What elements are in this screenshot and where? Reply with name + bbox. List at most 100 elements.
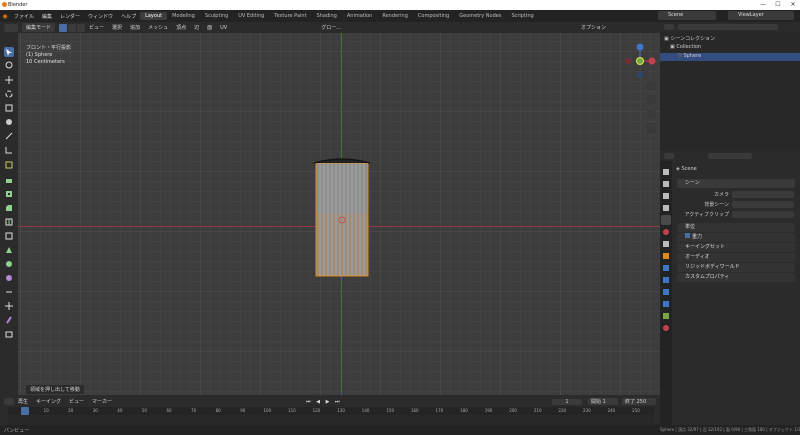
panel-gravity[interactable]: 重力 bbox=[677, 233, 795, 242]
menu-view[interactable]: ビュー bbox=[85, 24, 108, 31]
annotate-tool-icon[interactable] bbox=[4, 131, 14, 141]
mode-selector[interactable]: 編集モード bbox=[22, 23, 56, 32]
knife-tool-icon[interactable] bbox=[4, 231, 14, 241]
scene-tab-icon[interactable] bbox=[661, 215, 671, 225]
editor-type-icon[interactable] bbox=[4, 23, 18, 32]
panel-keying-sets[interactable]: キーイングセット bbox=[677, 243, 795, 252]
outliner-row-collection[interactable]: ▣ Collection bbox=[670, 44, 701, 52]
extrude-tool-icon[interactable] bbox=[4, 175, 14, 185]
keyframe-area[interactable] bbox=[8, 415, 654, 425]
outliner-row-scene-collection[interactable]: ▣ シーンコレクション bbox=[664, 35, 715, 43]
measure-tool-icon[interactable] bbox=[4, 145, 14, 155]
menu-window[interactable]: ウィンドウ bbox=[84, 13, 117, 20]
particles-tab-icon[interactable] bbox=[663, 277, 669, 283]
smooth-tool-icon[interactable] bbox=[4, 273, 14, 283]
output-tab-icon[interactable] bbox=[663, 193, 669, 199]
last-operator-panel[interactable]: 領域を押し出して移動 bbox=[26, 385, 84, 394]
tool-tab-icon[interactable] bbox=[663, 169, 669, 175]
current-frame-field[interactable]: 1 bbox=[552, 398, 582, 405]
tab-scripting[interactable]: Scripting bbox=[506, 12, 538, 20]
options-dropdown[interactable]: オプション bbox=[581, 24, 606, 31]
move-tool-icon[interactable] bbox=[4, 75, 14, 85]
tab-texture-paint[interactable]: Texture Paint bbox=[269, 12, 311, 20]
close-button[interactable]: ✕ bbox=[786, 0, 800, 10]
playhead[interactable] bbox=[21, 407, 29, 415]
rip-region-tool-icon[interactable] bbox=[4, 329, 14, 339]
menu-select[interactable]: 選択 bbox=[108, 24, 126, 31]
maximize-button[interactable]: ☐ bbox=[771, 0, 785, 10]
minimize-button[interactable]: — bbox=[756, 0, 770, 10]
panel-units[interactable]: 単位 bbox=[677, 223, 795, 232]
view-layer-tab-icon[interactable] bbox=[663, 205, 669, 211]
tab-modeling[interactable]: Modeling bbox=[167, 12, 200, 20]
cursor-tool-icon[interactable] bbox=[4, 60, 14, 70]
tab-geometry-nodes[interactable]: Geometry Nodes bbox=[454, 12, 506, 20]
tab-rendering[interactable]: Rendering bbox=[377, 12, 413, 20]
spin-tool-icon[interactable] bbox=[4, 259, 14, 269]
end-frame-field[interactable]: 終了 250 bbox=[622, 398, 656, 405]
camera-field[interactable] bbox=[732, 191, 794, 198]
panel-scene-header[interactable]: シーン bbox=[677, 179, 795, 188]
physics-tab-icon[interactable] bbox=[663, 289, 669, 295]
select-tool-icon[interactable] bbox=[4, 47, 14, 57]
tab-compositing[interactable]: Compositing bbox=[413, 12, 454, 20]
inset-tool-icon[interactable] bbox=[4, 189, 14, 199]
start-frame-field[interactable]: 開始 1 bbox=[588, 398, 618, 405]
menu-file[interactable]: ファイル bbox=[10, 13, 38, 20]
outliner-editor-icon[interactable] bbox=[664, 24, 674, 30]
zoom-icon[interactable] bbox=[646, 81, 656, 91]
properties-search-input[interactable] bbox=[708, 153, 752, 159]
panel-audio[interactable]: オーディオ bbox=[677, 253, 795, 262]
perspective-toggle-icon[interactable] bbox=[646, 123, 656, 133]
camera-view-icon[interactable] bbox=[646, 109, 656, 119]
transform-tool-icon[interactable] bbox=[4, 117, 14, 127]
data-tab-icon[interactable] bbox=[663, 313, 669, 319]
pan-hand-icon[interactable] bbox=[646, 95, 656, 105]
bg-scene-field[interactable] bbox=[732, 201, 794, 208]
navigation-gizmo[interactable] bbox=[624, 41, 656, 85]
tab-shading[interactable]: Shading bbox=[312, 12, 342, 20]
playback-controls[interactable]: ⏮ ◀ ▶ ⏭ bbox=[306, 399, 341, 405]
sphere-mesh[interactable] bbox=[308, 153, 378, 281]
gravity-checkbox[interactable] bbox=[685, 233, 690, 238]
transform-orientation[interactable]: グロー... bbox=[321, 24, 341, 31]
constraints-tab-icon[interactable] bbox=[663, 301, 669, 307]
collection-tab-icon[interactable] bbox=[663, 241, 669, 247]
menu-edit[interactable]: 編集 bbox=[38, 13, 56, 20]
poly-build-tool-icon[interactable] bbox=[4, 245, 14, 255]
panel-custom-properties[interactable]: カスタムプロパティ bbox=[677, 273, 795, 282]
menu-uv[interactable]: UV bbox=[216, 25, 231, 31]
scale-tool-icon[interactable] bbox=[4, 103, 14, 113]
menu-help[interactable]: ヘルプ bbox=[117, 13, 140, 20]
tab-animation[interactable]: Animation bbox=[342, 12, 378, 20]
tab-uv-editing[interactable]: UV Editing bbox=[233, 12, 269, 20]
timeline-menu-view[interactable]: ビュー bbox=[65, 398, 88, 405]
modifier-tab-icon[interactable] bbox=[663, 265, 669, 271]
menu-add[interactable]: 追加 bbox=[126, 24, 144, 31]
render-tab-icon[interactable] bbox=[663, 181, 669, 187]
object-tab-icon[interactable] bbox=[663, 253, 669, 259]
bevel-tool-icon[interactable] bbox=[4, 203, 14, 213]
tab-sculpting[interactable]: Sculpting bbox=[200, 12, 233, 20]
outliner-search-input[interactable] bbox=[678, 24, 778, 30]
menu-edge[interactable]: 辺 bbox=[190, 24, 203, 31]
edge-slide-tool-icon[interactable] bbox=[4, 287, 14, 297]
properties-editor-icon[interactable] bbox=[664, 153, 674, 159]
shear-tool-icon[interactable] bbox=[4, 315, 14, 325]
edge-select-icon[interactable] bbox=[68, 23, 77, 32]
vertex-select-icon[interactable] bbox=[59, 23, 68, 32]
timeline-menu-keying[interactable]: キーイング bbox=[32, 398, 65, 405]
add-cube-tool-icon[interactable] bbox=[4, 160, 14, 170]
face-select-icon[interactable] bbox=[77, 23, 86, 32]
timeline-menu-playback[interactable]: 再生 bbox=[14, 398, 32, 405]
menu-vertex[interactable]: 頂点 bbox=[172, 24, 190, 31]
outliner-row-sphere[interactable]: ▽ Sphere bbox=[660, 53, 800, 61]
3d-viewport[interactable]: フロント・平行投影 (1) Sphere 10 Centimeters 領域を押… bbox=[18, 33, 660, 395]
menu-face[interactable]: 面 bbox=[203, 24, 216, 31]
shrink-fatten-tool-icon[interactable] bbox=[4, 301, 14, 311]
scene-selector[interactable]: Scene bbox=[658, 11, 716, 20]
blender-menu-icon[interactable]: ◉ bbox=[0, 13, 10, 20]
material-tab-icon[interactable] bbox=[663, 325, 669, 331]
rotate-tool-icon[interactable] bbox=[4, 89, 14, 99]
loop-cut-tool-icon[interactable] bbox=[4, 217, 14, 227]
